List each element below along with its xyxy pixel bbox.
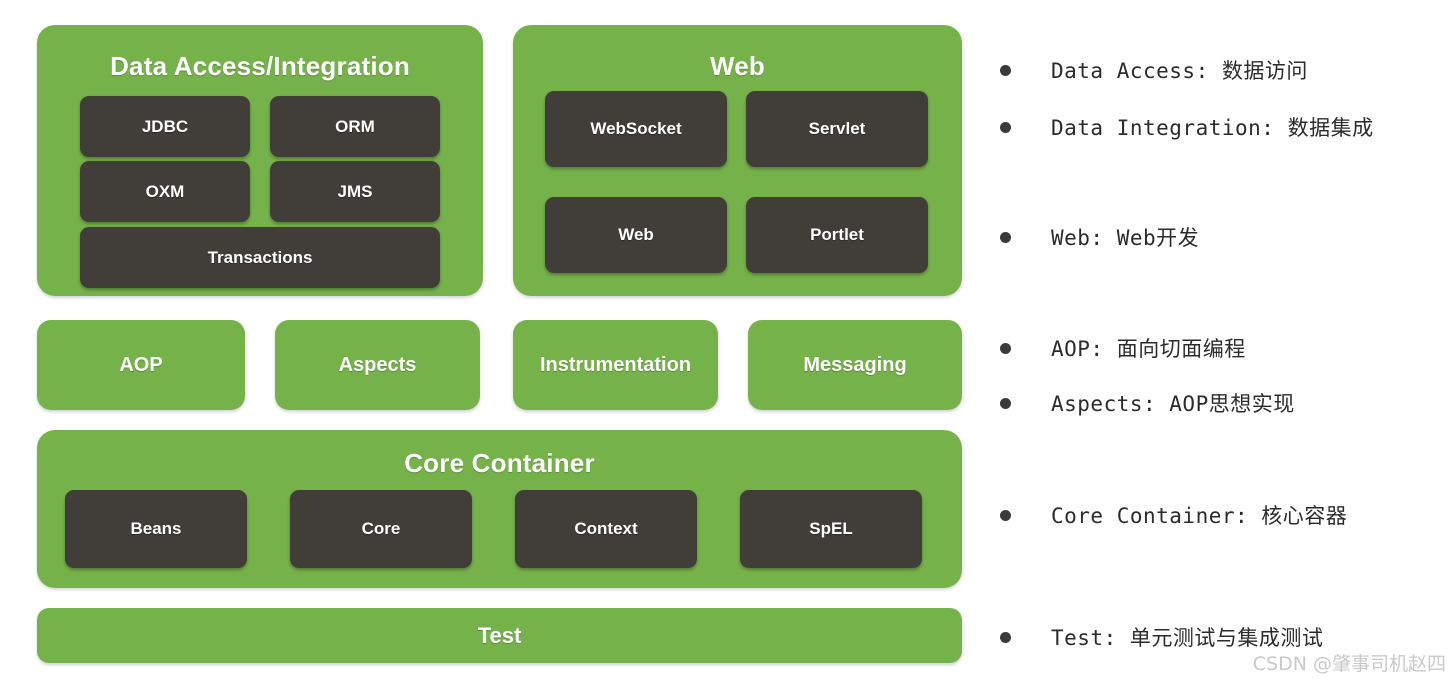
legend-item-label: AOP: 面向切面编程 [1051, 337, 1246, 361]
legend-item-data-access: Data Access: 数据访问 [1000, 55, 1308, 85]
legend-item-web: Web: Web开发 [1000, 222, 1199, 252]
box-label-instrumentation: Instrumentation [539, 353, 692, 376]
chip-jdbc[interactable]: JDBC [80, 96, 250, 157]
chip-label-orm: ORM [335, 116, 375, 136]
panel-title-web: Web [709, 51, 765, 81]
box-label-test: Test [477, 622, 522, 648]
box-aop[interactable]: AOP [37, 320, 245, 410]
bullet-icon [1000, 121, 1011, 133]
box-instrumentation[interactable]: Instrumentation [513, 320, 718, 410]
legend-list: Data Access: 数据访问 Data Integration: 数据集成… [1000, 0, 1452, 683]
bullet-icon [1000, 231, 1011, 243]
panel-web: Web WebSocket Servlet Web Portlet [513, 25, 962, 296]
chip-label-transactions: Transactions [207, 247, 313, 267]
chip-label-oxm: OXM [145, 181, 185, 201]
bullet-icon [1000, 342, 1011, 354]
chip-servlet[interactable]: Servlet [746, 91, 928, 167]
watermark: CSDN @肇事司机赵四 [1252, 653, 1446, 675]
chip-label-servlet: Servlet [808, 119, 866, 138]
chip-oxm[interactable]: OXM [80, 161, 250, 222]
bullet-icon [1000, 397, 1011, 409]
legend-item-core-container: Core Container: 核心容器 [1000, 500, 1347, 530]
chip-transactions[interactable]: Transactions [80, 227, 440, 288]
bullet-icon [1000, 509, 1011, 521]
chip-core[interactable]: Core [290, 490, 472, 568]
legend-item-label: Aspects: AOP思想实现 [1051, 392, 1295, 416]
legend-item-label: Data Integration: 数据集成 [1051, 116, 1374, 140]
chip-websocket[interactable]: WebSocket [545, 91, 727, 167]
diagram-area: Data Access/Integration JDBC ORM OXM JMS… [37, 25, 962, 670]
chip-spel[interactable]: SpEL [740, 490, 922, 568]
chip-jms[interactable]: JMS [270, 161, 440, 222]
chip-web[interactable]: Web [545, 197, 727, 273]
chip-label-websocket: WebSocket [590, 119, 682, 138]
chip-portlet[interactable]: Portlet [746, 197, 928, 273]
panel-title-data-access-integration: Data Access/Integration [110, 51, 410, 81]
panel-title-core-container: Core Container [404, 448, 595, 478]
chip-label-core: Core [361, 519, 401, 538]
chip-label-portlet: Portlet [810, 225, 864, 244]
chip-label-jms: JMS [337, 181, 373, 201]
box-label-messaging: Messaging [803, 353, 907, 376]
chip-orm[interactable]: ORM [270, 96, 440, 157]
spring-framework-architecture-diagram: Data Access/Integration JDBC ORM OXM JMS… [0, 0, 1452, 683]
box-messaging[interactable]: Messaging [748, 320, 962, 410]
chip-label-beans: Beans [130, 519, 182, 538]
panel-core-container: Core Container Beans Core Context SpEL [37, 430, 962, 588]
legend-item-test: Test: 单元测试与集成测试 [1000, 622, 1323, 652]
legend-item-aop: AOP: 面向切面编程 [1000, 333, 1246, 363]
box-label-aop: AOP [119, 353, 163, 376]
bullet-icon [1000, 64, 1011, 76]
panel-data-access-integration: Data Access/Integration JDBC ORM OXM JMS… [37, 25, 483, 296]
legend-item-data-integration: Data Integration: 数据集成 [1000, 112, 1374, 142]
chip-label-jdbc: JDBC [141, 116, 189, 136]
legend-item-label: Data Access: 数据访问 [1051, 59, 1308, 83]
legend-item-label: Core Container: 核心容器 [1051, 504, 1348, 528]
legend-item-label: Test: 单元测试与集成测试 [1051, 626, 1324, 650]
chip-label-spel: SpEL [809, 519, 853, 538]
box-test[interactable]: Test [37, 608, 962, 663]
chip-context[interactable]: Context [515, 490, 697, 568]
chip-beans[interactable]: Beans [65, 490, 247, 568]
box-aspects[interactable]: Aspects [275, 320, 480, 410]
chip-label-context: Context [574, 519, 638, 538]
legend-item-aspects: Aspects: AOP思想实现 [1000, 388, 1295, 418]
box-label-aspects: Aspects [338, 353, 417, 376]
chip-label-web: Web [618, 225, 654, 244]
bullet-icon [1000, 631, 1011, 643]
legend-item-label: Web: Web开发 [1051, 226, 1200, 250]
